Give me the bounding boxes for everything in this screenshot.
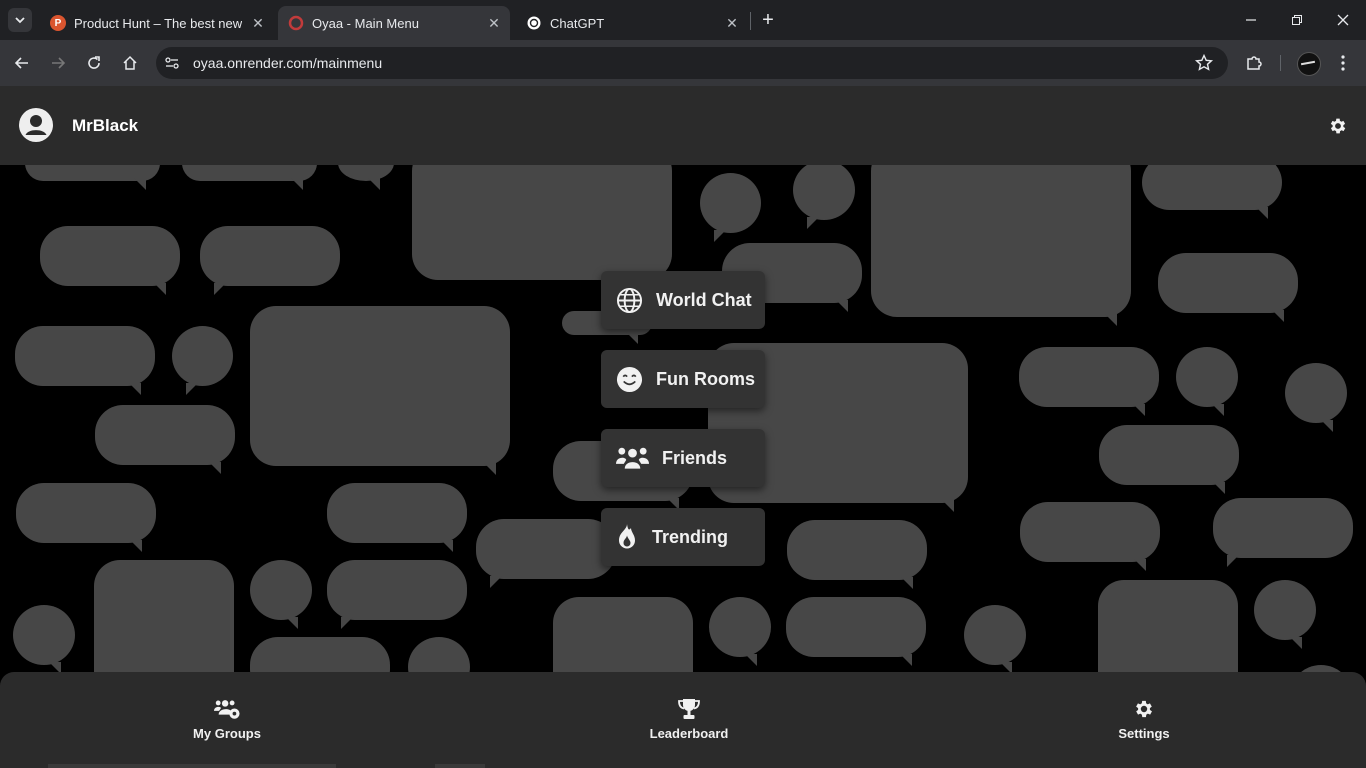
extensions-button[interactable]	[1242, 51, 1266, 75]
tab-title: Product Hunt – The best new products in …	[74, 15, 242, 31]
group-gear-icon	[214, 696, 240, 722]
menu-item-label: Fun Rooms	[656, 368, 755, 389]
arrow-right-icon	[52, 57, 66, 69]
site-settings-icon[interactable]	[164, 55, 180, 71]
oyaa-favicon-icon	[288, 15, 304, 31]
tab-title: ChatGPT	[550, 15, 605, 31]
forward-button[interactable]	[44, 49, 72, 77]
nav-my-groups[interactable]: My Groups	[147, 696, 307, 746]
reload-icon	[88, 56, 100, 69]
restore-button[interactable]	[1274, 4, 1320, 36]
home-button[interactable]	[116, 49, 144, 77]
app-header	[0, 86, 1366, 165]
fire-icon	[615, 523, 639, 551]
tab-chatgpt[interactable]: ChatGPT ✕	[516, 6, 748, 40]
kebab-menu-icon	[1341, 55, 1345, 71]
scroll-indicator	[435, 764, 485, 768]
close-icon[interactable]: ✕	[248, 13, 268, 33]
browser-toolbar: oyaa.onrender.com/mainmenu	[0, 40, 1366, 86]
bookmark-star-icon[interactable]	[1194, 53, 1214, 73]
close-icon[interactable]: ✕	[722, 13, 742, 33]
chevron-down-icon	[15, 17, 25, 24]
arrow-left-icon	[14, 57, 28, 69]
minimize-icon	[1246, 19, 1256, 21]
menu-item-label: Friends	[662, 447, 728, 468]
username: MrBlack	[72, 116, 139, 135]
nav-leaderboard[interactable]: Leaderboard	[609, 696, 769, 746]
new-tab-button[interactable]: +	[756, 8, 780, 32]
back-button[interactable]	[8, 49, 36, 77]
nav-settings[interactable]: Settings	[1064, 696, 1224, 746]
close-window-button[interactable]	[1320, 4, 1366, 36]
tab-product-hunt[interactable]: P Product Hunt – The best new products i…	[40, 6, 274, 40]
toolbar-divider	[1280, 55, 1281, 71]
chatgpt-favicon-icon	[526, 15, 542, 31]
fun-rooms-button[interactable]: Fun Rooms	[601, 350, 765, 408]
world-chat-button[interactable]: World Chat	[601, 271, 765, 329]
puzzle-icon	[1247, 56, 1262, 70]
globe-icon	[615, 286, 643, 314]
restore-icon	[1292, 15, 1302, 25]
friends-button[interactable]: Friends	[601, 429, 765, 487]
tab-title: Oyaa - Main Menu	[312, 15, 419, 31]
nav-label: Leaderboard	[649, 726, 729, 741]
close-icon[interactable]: ✕	[484, 13, 504, 33]
browser-tabstrip: P Product Hunt – The best new products i…	[0, 0, 1366, 40]
trending-button[interactable]: Trending	[601, 508, 765, 566]
user-avatar-icon[interactable]	[19, 108, 53, 142]
nav-label: My Groups	[193, 726, 261, 741]
trophy-icon	[676, 696, 702, 722]
close-icon	[1337, 14, 1349, 26]
minimize-button[interactable]	[1228, 4, 1274, 36]
url-text: oyaa.onrender.com/mainmenu	[193, 55, 383, 71]
tab-oyaa-main-menu[interactable]: Oyaa - Main Menu ✕	[278, 6, 510, 40]
profile-avatar[interactable]	[1297, 52, 1321, 76]
chat-bubble-background	[0, 165, 1366, 672]
product-hunt-favicon-icon: P	[50, 15, 66, 31]
tab-search-button[interactable]	[8, 8, 32, 32]
gear-icon	[1131, 696, 1157, 722]
home-icon	[123, 55, 137, 70]
users-icon	[615, 444, 649, 472]
nav-label: Settings	[1118, 726, 1170, 741]
horizontal-scrollbar[interactable]	[48, 764, 336, 768]
browser-menu-button[interactable]	[1331, 51, 1355, 75]
smile-icon	[615, 365, 643, 393]
reload-button[interactable]	[80, 49, 108, 77]
address-bar[interactable]: oyaa.onrender.com/mainmenu	[156, 47, 1228, 79]
gear-icon[interactable]	[1328, 116, 1348, 136]
menu-item-label: Trending	[652, 526, 728, 547]
tab-separator	[750, 12, 751, 30]
menu-item-label: World Chat	[656, 289, 752, 310]
